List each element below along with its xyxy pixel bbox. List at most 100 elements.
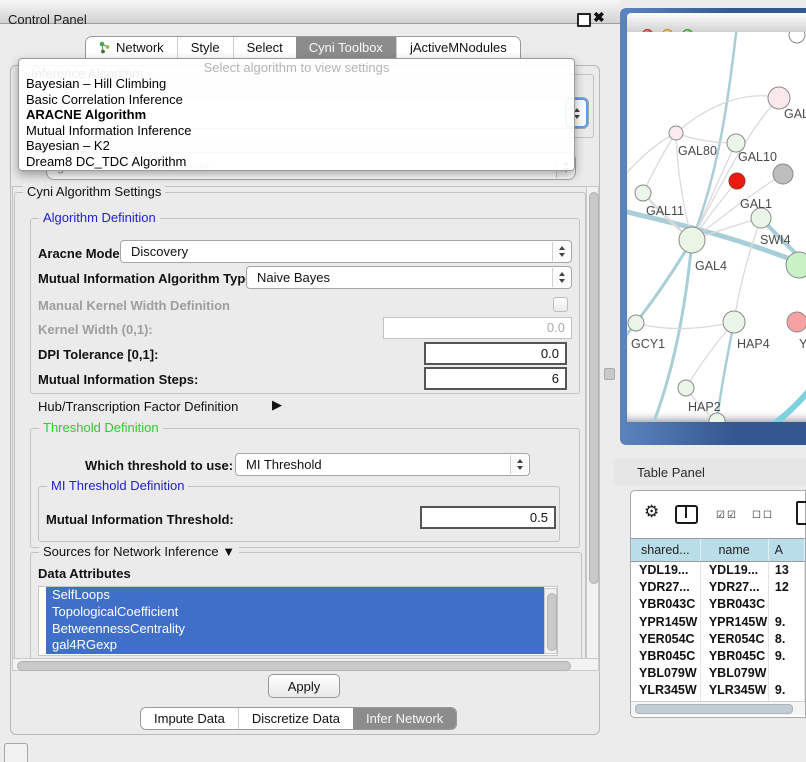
screen: Control Panel ✖ Network StyleSelect Cyni T… (0, 0, 806, 762)
manual-kernel-checkbox[interactable] (553, 297, 568, 312)
tab-infer-network[interactable]: Infer Network (353, 708, 456, 729)
combo-stepper-icon[interactable] (552, 242, 570, 261)
table-row[interactable]: YLR345WYLR345W9. (631, 682, 805, 699)
tab-discretize-data[interactable]: Discretize Data (238, 708, 353, 729)
attribute-item-selfloops[interactable]: SelfLoops (46, 587, 544, 604)
node-label-y: Y (799, 337, 806, 351)
tab-jactivemnodules[interactable]: jActiveMNodules (396, 37, 520, 58)
cyni-settings-title: Cyni Algorithm Settings (23, 185, 165, 199)
float-panel-icon[interactable] (577, 13, 591, 27)
network-canvas[interactable]: GALGAL80GAL10GAL1GAL11SWI4GAL4GCY1HAP4YH… (627, 32, 806, 422)
algorithm-prompt: Select algorithm to view settings (19, 59, 574, 76)
combo-stepper-icon[interactable] (552, 268, 570, 287)
mi-threshold-group-title: MI Threshold Definition (47, 479, 188, 493)
table-row[interactable]: YBR045CYBR045C9. (631, 648, 805, 665)
table-panel-titlebar[interactable]: Table Panel (614, 459, 806, 485)
control-panel-titlebar[interactable]: Control Panel ✖ (0, 0, 620, 24)
apply-button[interactable]: Apply (268, 674, 340, 698)
node-red[interactable] (729, 173, 745, 189)
mi-threshold-field[interactable]: 0.5 (420, 506, 556, 529)
attribute-item-topologicalcoefficient[interactable]: TopologicalCoefficient (46, 604, 544, 621)
table-row[interactable]: YDR27...YDR27...12 (631, 579, 805, 596)
node-label-hap4: HAP4 (737, 337, 770, 351)
tab-network[interactable]: Network (86, 37, 177, 58)
table-cell: YBR045C (631, 648, 701, 665)
column-header-partial[interactable]: A (769, 539, 805, 561)
node-label-gal4: GAL4 (695, 259, 727, 273)
node-gray[interactable] (773, 164, 793, 184)
hub-section-label[interactable]: Hub/Transcription Factor Definition (38, 399, 238, 414)
algorithm-option-aracne-algorithm[interactable]: ARACNE Algorithm (19, 107, 574, 123)
tab-label: Network (116, 40, 164, 55)
split-divider-grip[interactable] (604, 368, 615, 380)
gear-icon[interactable]: ⚙ (644, 502, 659, 522)
table-row[interactable]: YBR043CYBR043C (631, 596, 805, 613)
table-panel: ⚙ ☑☑ ☐☐ shared...nameA YDL19...YDL19...1… (630, 490, 806, 718)
attribute-item-betweennesscentrality[interactable]: BetweennessCentrality (46, 621, 544, 638)
node-gal-partial[interactable] (768, 87, 790, 109)
node-gcy1[interactable] (628, 315, 644, 331)
new-table-icon[interactable] (796, 501, 806, 525)
algorithm-option-basic-correlation-inference[interactable]: Basic Correlation Inference (19, 92, 574, 108)
table-row[interactable]: YDL19...YDL19...13 (631, 562, 805, 579)
table-row[interactable]: YPR145WYPR145W9. (631, 614, 805, 631)
collapse-arrow-icon[interactable]: ▼ (222, 544, 235, 559)
column-header-shared[interactable]: shared... (631, 539, 701, 561)
table-cell: YBR043C (631, 596, 701, 613)
table-row[interactable]: YER054CYER054C8. (631, 631, 805, 648)
kernel-width-field[interactable]: 0.0 (383, 317, 572, 339)
table-hscrollbar[interactable] (631, 701, 805, 715)
tab-cyni-toolbox[interactable]: Cyni Toolbox (296, 37, 396, 58)
node-unlabeled-top[interactable] (789, 32, 805, 43)
node-swi4[interactable] (786, 252, 806, 278)
node-pink-right[interactable] (787, 312, 806, 332)
mi-algorithm-type-combo[interactable]: Naive Bayes (246, 266, 572, 289)
node-hap4[interactable] (723, 311, 745, 333)
table-cell: YER054C (631, 631, 701, 648)
data-attributes-list: SelfLoopsTopologicalCoefficientBetweenne… (38, 586, 558, 656)
table-row[interactable]: YBL079WYBL079W (631, 665, 805, 682)
column-header-name[interactable]: name (701, 539, 769, 561)
mi-steps-field[interactable]: 6 (424, 367, 567, 390)
algorithm-option-bayesian-hill-climbing[interactable]: Bayesian – Hill Climbing (19, 76, 574, 92)
split-columns-icon[interactable] (675, 505, 698, 524)
table-cell: YPR145W (701, 614, 769, 631)
algorithm-option-bayesian-k2[interactable]: Bayesian – K2 (19, 138, 574, 154)
tab-label: jActiveMNodules (410, 40, 507, 55)
node-label-swi4: SWI4 (760, 233, 791, 247)
data-attributes-label: Data Attributes (38, 566, 131, 581)
node-gal80[interactable] (669, 126, 683, 140)
dpi-tolerance-label: DPI Tolerance [0,1]: (38, 347, 158, 362)
tab-select[interactable]: Select (233, 37, 296, 58)
tab-impute-data[interactable]: Impute Data (141, 708, 238, 729)
algorithm-definition-title: Algorithm Definition (39, 211, 160, 225)
dpi-tolerance-field[interactable]: 0.0 (424, 342, 567, 365)
node-gal4[interactable] (679, 227, 705, 253)
list-vscrollbar[interactable] (544, 588, 557, 654)
close-icon[interactable]: ✖ (593, 9, 605, 26)
table-header[interactable]: shared...nameA (631, 538, 805, 562)
algorithm-option-mutual-information-inference[interactable]: Mutual Information Inference (19, 123, 574, 139)
node-bottom[interactable] (709, 413, 725, 422)
which-threshold-combo[interactable]: MI Threshold (235, 453, 530, 476)
node-label-hap2: HAP2 (688, 400, 721, 414)
select-all-checkboxes-icon[interactable]: ☑☑ (716, 510, 738, 521)
node-label-gcy1: GCY1 (631, 337, 665, 351)
attribute-item-gal4rgexp[interactable]: gal4RGexp (46, 637, 544, 654)
settings-vscrollbar[interactable] (586, 186, 599, 671)
table-cell: YDR27... (701, 579, 769, 596)
tab-style[interactable]: Style (177, 37, 233, 58)
node-gal11[interactable] (635, 185, 651, 201)
node-hap2[interactable] (678, 380, 694, 396)
algorithm-dropdown-popup: Select algorithm to view settings Bayesi… (18, 58, 575, 171)
aracne-mode-combo[interactable]: Discovery (120, 240, 572, 263)
settings-hscrollbar[interactable] (12, 658, 599, 671)
node-gal1[interactable] (751, 208, 771, 228)
deselect-all-checkboxes-icon[interactable]: ☐☐ (752, 510, 774, 521)
expand-arrow-icon[interactable]: ▶ (272, 397, 282, 413)
tab-label: Cyni Toolbox (309, 40, 383, 55)
combo-stepper-icon[interactable] (510, 455, 528, 474)
cytopanel-corner-icon[interactable] (4, 743, 28, 762)
network-window-titlebar[interactable] (627, 13, 806, 32)
algorithm-option-dream8-dc-tdc-algorithm[interactable]: Dream8 DC_TDC Algorithm (19, 154, 574, 170)
